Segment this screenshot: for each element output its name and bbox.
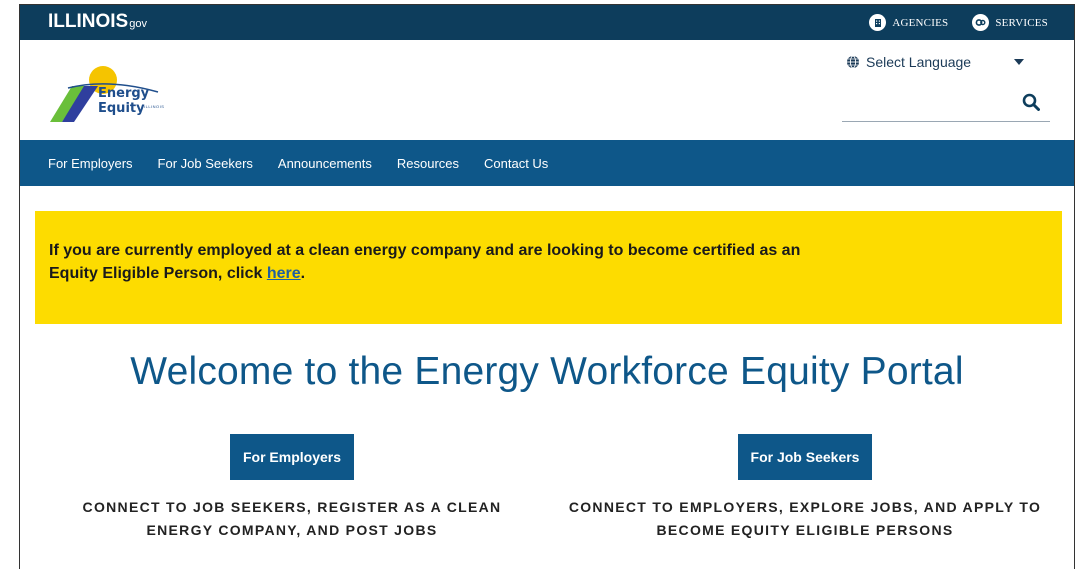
search-icon <box>1022 93 1040 111</box>
certification-alert: If you are currently employed at a clean… <box>35 211 1062 324</box>
search-input[interactable] <box>842 90 1012 116</box>
brand-subtitle: ILLINOIS <box>144 104 165 109</box>
nav-item-for-job-seekers[interactable]: For Job Seekers <box>158 156 253 171</box>
globe-icon <box>847 55 859 69</box>
for-job-seekers-button[interactable]: For Job Seekers <box>737 434 873 480</box>
illinois-logo-text: ILLINOIS <box>48 11 129 32</box>
employers-description: CONNECT TO JOB SEEKERS, REGISTER AS A CL… <box>82 499 502 538</box>
alert-tail: . <box>300 265 306 282</box>
illinois-gov-logo[interactable]: ILLINOISgov <box>48 11 147 33</box>
alert-here-link[interactable]: here <box>267 265 301 282</box>
alert-message: If you are currently employed at a clean… <box>49 239 809 285</box>
site-header: Energy Equity ILLINOIS Select Language <box>20 40 1074 140</box>
gov-suffix: gov <box>129 18 147 30</box>
employers-column: For Employers CONNECT TO JOB SEEKERS, RE… <box>52 434 532 542</box>
alert-text: If you are currently employed at a clean… <box>49 242 801 282</box>
search-button[interactable] <box>1020 92 1042 114</box>
page-title: Welcome to the Energy Workforce Equity P… <box>130 350 964 393</box>
main-nav: For Employers For Job Seekers Announceme… <box>20 140 1074 186</box>
energy-equity-logo[interactable]: Energy Equity ILLINOIS <box>48 62 198 122</box>
brand-name: Energy Equity <box>98 86 150 116</box>
language-selector[interactable]: Select Language <box>846 54 1024 70</box>
services-label: SERVICES <box>995 16 1048 29</box>
agencies-label: AGENCIES <box>892 16 949 29</box>
state-top-bar: ILLINOISgov AGENCIES SERVICES <box>20 5 1074 40</box>
job-seekers-column: For Job Seekers CONNECT TO EMPLOYERS, EX… <box>565 434 1045 542</box>
nav-item-announcements[interactable]: Announcements <box>278 156 372 171</box>
agencies-link[interactable]: AGENCIES <box>869 14 948 31</box>
for-employers-button[interactable]: For Employers <box>229 434 355 480</box>
nav-item-for-employers[interactable]: For Employers <box>48 156 133 171</box>
language-label: Select Language <box>866 54 972 70</box>
caret-down-icon <box>1014 59 1024 65</box>
browser-frame: ILLINOISgov AGENCIES SERVICES Energy Equ… <box>19 4 1075 569</box>
gears-icon <box>972 14 990 31</box>
nav-item-contact-us[interactable]: Contact Us <box>484 156 548 171</box>
building-icon <box>869 14 887 31</box>
search-bar <box>842 84 1050 122</box>
nav-item-resources[interactable]: Resources <box>397 156 459 171</box>
job-seekers-description: CONNECT TO EMPLOYERS, EXPLORE JOBS, AND … <box>568 499 1042 538</box>
state-links: AGENCIES SERVICES <box>869 5 1048 40</box>
services-link[interactable]: SERVICES <box>972 14 1048 31</box>
